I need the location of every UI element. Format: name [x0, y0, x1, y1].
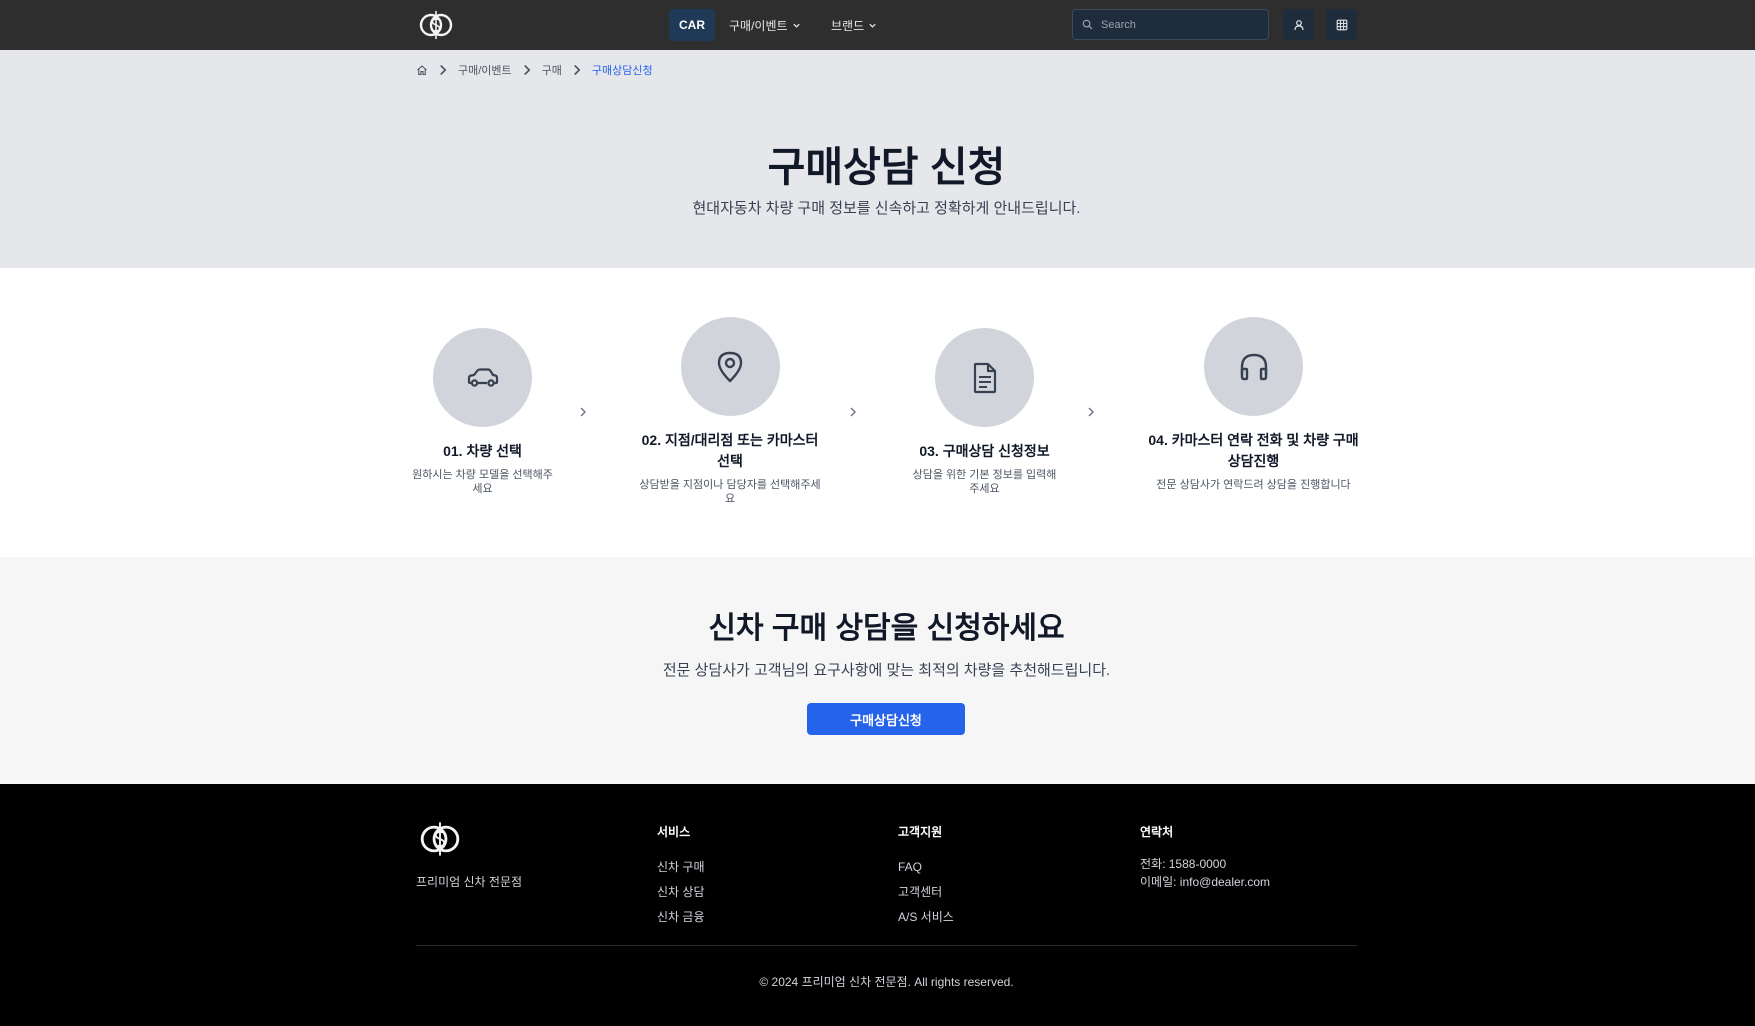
page-title: 구매상담 신청	[767, 144, 1006, 190]
nav-purchase-event-label: 구매/이벤트	[729, 18, 788, 33]
step-2-title: 02. 지점/대리점 또는 카마스터 선택	[641, 432, 819, 469]
step-1-title: 01. 차량 선택	[443, 443, 522, 459]
footer-link-faq[interactable]: FAQ	[898, 855, 954, 880]
footer-link-new-car-purchase[interactable]: 신차 구매	[657, 855, 705, 880]
footer-link-customer-center[interactable]: 고객센터	[898, 880, 954, 905]
step-4-circle	[1204, 317, 1303, 416]
footer-phone: 전화: 1588-0000	[1140, 857, 1227, 871]
breadcrumb: 구매/이벤트 구매 구매상담신청	[416, 62, 653, 78]
footer-contact-column: 연락처 전화: 1588-0000 이메일: info@dealer.com	[1140, 823, 1270, 891]
chevron-right-icon	[1088, 407, 1094, 417]
chevron-right-icon	[580, 407, 586, 417]
nav-brand-label: 브랜드	[831, 18, 865, 33]
search-icon	[1082, 19, 1093, 30]
step-1-circle	[433, 328, 532, 427]
breadcrumb-current: 구매상담신청	[591, 65, 653, 77]
step-4-title: 04. 카마스터 연락 전화 및 차량 구매 상담진행	[1148, 432, 1359, 469]
footer-tagline: 프리미엄 신차 전문점	[416, 875, 523, 889]
top-navigation-bar: CAR 구매/이벤트 브랜드	[0, 0, 1755, 50]
grid-icon	[1336, 19, 1347, 30]
footer-services-column: 서비스 신차 구매 신차 상담 신차 금융	[657, 823, 705, 930]
footer-link-new-car-consult[interactable]: 신차 상담	[657, 880, 705, 905]
chevron-right-icon	[440, 64, 447, 76]
chevron-down-icon	[792, 23, 800, 28]
footer-support-column: 고객지원 FAQ 고객센터 A/S 서비스	[898, 823, 954, 930]
footer-link-as-service[interactable]: A/S 서비스	[898, 905, 954, 930]
user-button[interactable]	[1283, 9, 1314, 40]
footer-contact-heading: 연락처	[1140, 825, 1174, 839]
map-pin-icon	[717, 351, 743, 382]
language-grid-button[interactable]	[1326, 9, 1357, 40]
nav-purchase-event-menu[interactable]: 구매/이벤트	[729, 9, 801, 41]
step-2: 02. 지점/대리점 또는 카마스터 선택 상담받을 지점이나 담당자를 선택해…	[638, 317, 822, 506]
step-3: 03. 구매상담 신청정보 상담을 위한 기본 정보를 입력해주세요	[908, 328, 1061, 496]
headphones-icon	[1240, 353, 1267, 380]
user-icon	[1293, 19, 1304, 30]
step-3-circle	[935, 328, 1034, 427]
search-box	[1072, 9, 1269, 40]
footer-divider	[416, 945, 1357, 946]
car-icon	[467, 367, 498, 387]
footer-email: 이메일: info@dealer.com	[1140, 875, 1271, 889]
chevron-right-icon	[523, 64, 531, 76]
dollar-seal-logo	[420, 822, 460, 856]
chevron-down-icon	[869, 23, 876, 28]
footer-services-heading: 서비스	[657, 825, 691, 839]
step-2-desc: 상담받을 지점이나 담당자를 선택해주세요	[639, 479, 821, 505]
step-2-circle	[680, 317, 780, 416]
dollar-seal-logo[interactable]	[418, 9, 454, 41]
request-consultation-button[interactable]: 구매상담신청	[807, 703, 965, 735]
step-4: 04. 카마스터 연락 전화 및 차량 구매 상담진행 전문 상담사가 연락드려…	[1146, 317, 1361, 492]
step-3-title: 03. 구매상담 신청정보	[919, 443, 1050, 459]
document-icon	[973, 362, 996, 393]
chevron-right-icon	[574, 64, 581, 76]
breadcrumb-purchase[interactable]: 구매	[542, 62, 562, 78]
process-steps-section	[0, 268, 1755, 557]
search-input[interactable]	[1101, 18, 1251, 31]
home-icon[interactable]	[416, 64, 428, 76]
nav-car-tab[interactable]: CAR	[669, 9, 715, 41]
step-1-desc: 원하시는 차량 모델을 선택해주세요	[412, 469, 553, 495]
page-subtitle: 현대자동차 차량 구매 정보를 신속하고 정확하게 안내드립니다.	[692, 200, 1081, 217]
chevron-right-icon	[850, 407, 856, 417]
breadcrumb-purchase-event[interactable]: 구매/이벤트	[458, 62, 512, 78]
footer-copyright: © 2024 프리미엄 신차 전문점. All rights reserved.	[759, 975, 1014, 989]
footer-support-heading: 고객지원	[898, 825, 943, 839]
step-4-desc: 전문 상담사가 연락드려 상담을 진행합니다	[1156, 479, 1351, 491]
step-1: 01. 차량 선택 원하시는 차량 모델을 선택해주세요	[412, 328, 553, 496]
cta-title: 신차 구매 상담을 신청하세요	[708, 612, 1065, 645]
nav-brand-menu[interactable]: 브랜드	[831, 9, 877, 41]
step-3-desc: 상담을 위한 기본 정보를 입력해주세요	[912, 469, 1057, 495]
footer-link-new-car-finance[interactable]: 신차 금융	[657, 905, 705, 930]
cta-subtitle: 전문 상담사가 고객님의 요구사항에 맞는 최적의 차량을 추천해드립니다.	[662, 662, 1111, 679]
